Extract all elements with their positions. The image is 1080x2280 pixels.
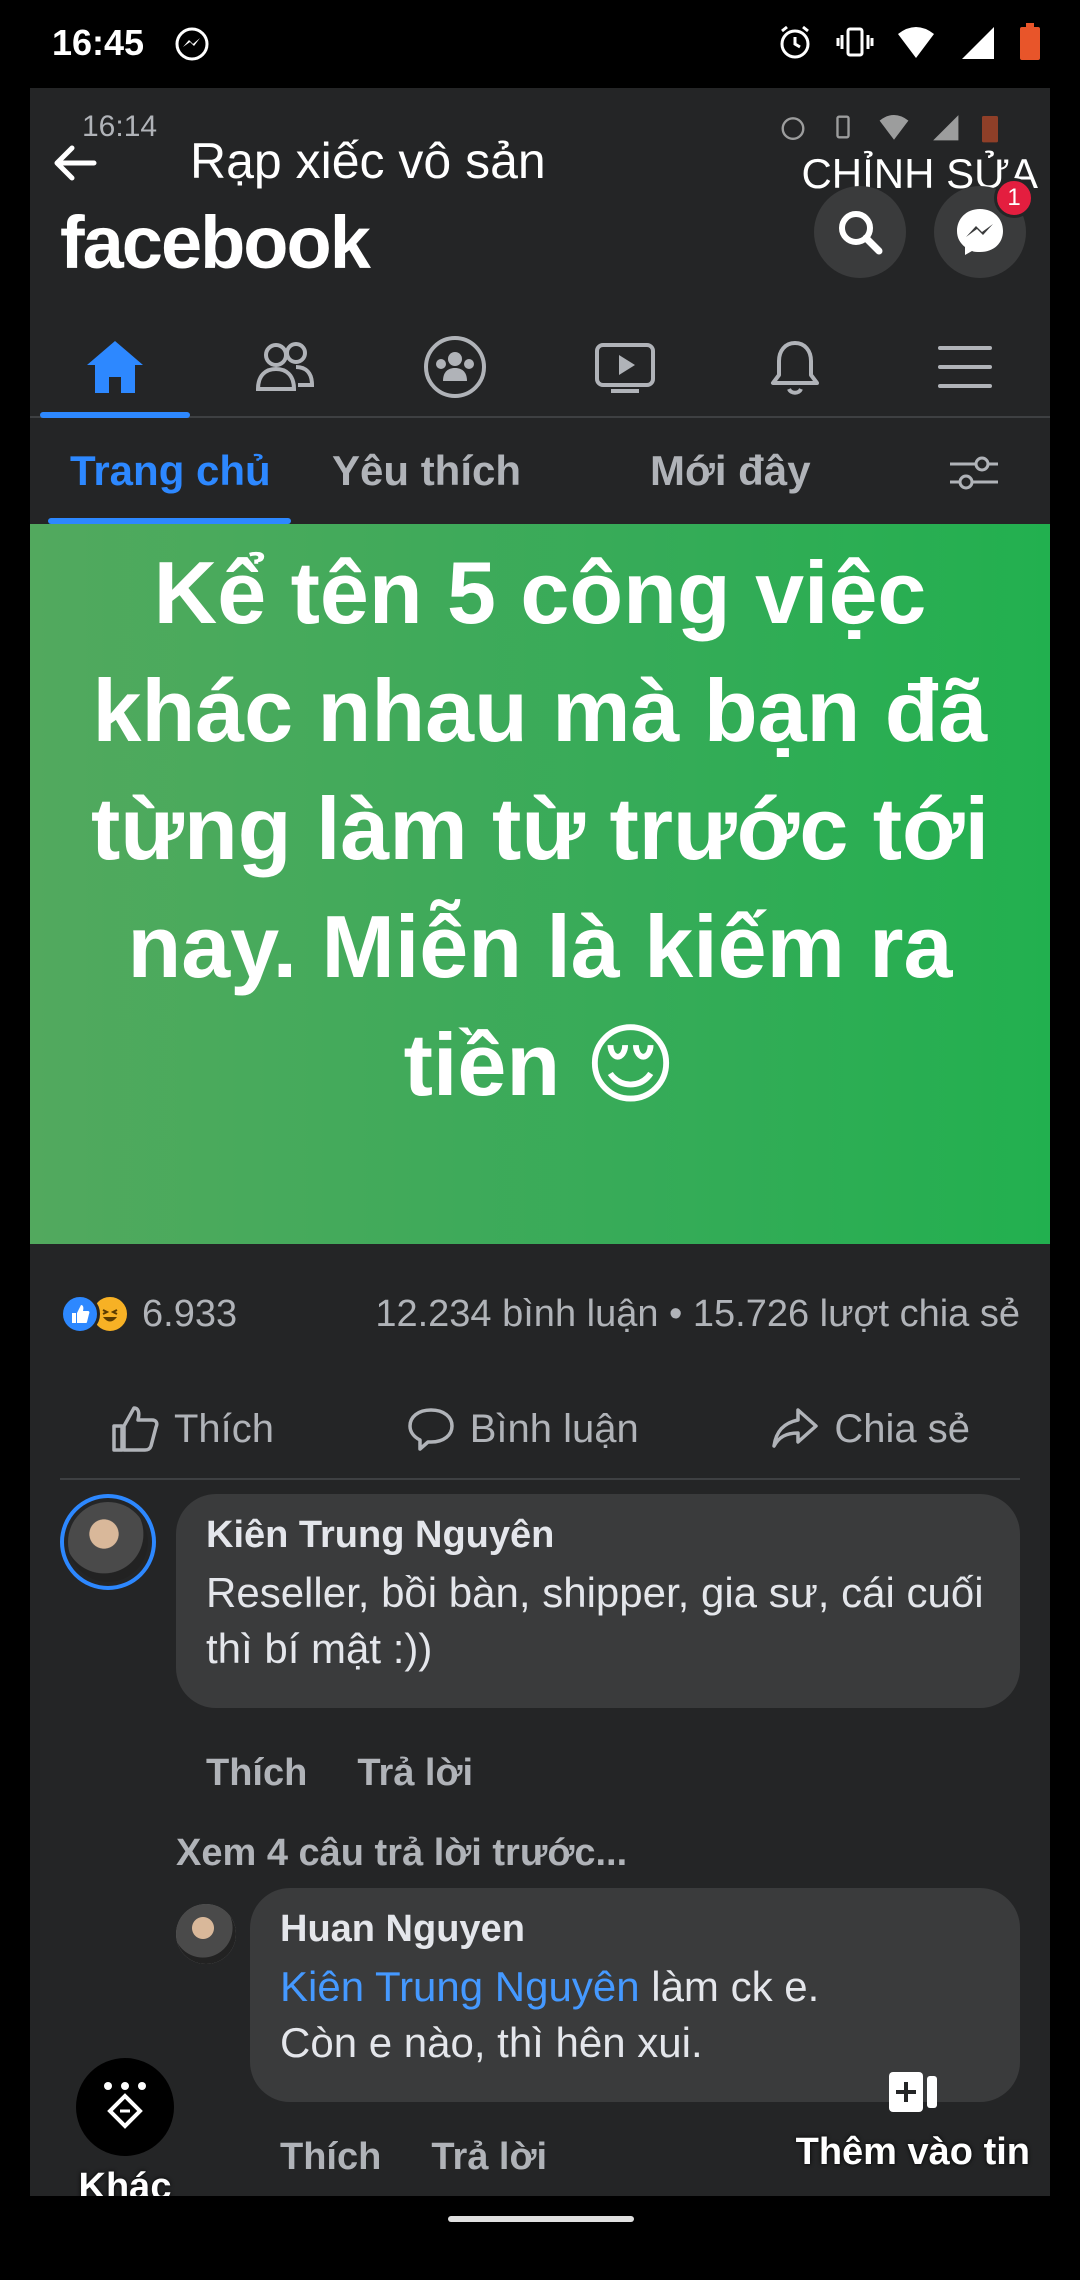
tab-menu[interactable] <box>880 318 1050 416</box>
more-tools-button[interactable]: Khác <box>60 2058 190 2196</box>
add-to-story-label: Thêm vào tin <box>795 2131 1030 2173</box>
post-banner[interactable]: Kể tên 5 công việc khác nhau mà bạn đã t… <box>30 524 1050 1244</box>
more-tools-icon <box>76 2058 174 2156</box>
reply-text: Kiên Trung Nguyên làm ck e. Còn e nào, th… <box>280 1959 990 2071</box>
avatar[interactable] <box>176 1904 236 1964</box>
notifications-icon <box>771 341 819 395</box>
story-title[interactable]: Rạp xiếc vô sản <box>190 132 546 190</box>
comment-text: Reseller, bồi bàn, shipper, gia sư, cái … <box>206 1569 984 1672</box>
thumbs-up-icon <box>112 1406 159 1452</box>
tab-watch[interactable] <box>540 318 710 416</box>
messenger-button[interactable]: 1 <box>934 178 1034 278</box>
status-time: 16:45 <box>52 22 145 63</box>
home-indicator[interactable] <box>448 2216 634 2222</box>
tab-groups[interactable] <box>370 318 540 416</box>
reaction-summary[interactable]: 6.933 <box>60 1293 237 1336</box>
inner-status-icons <box>778 112 1000 144</box>
reaction-count: 6.933 <box>142 1292 238 1335</box>
comment-share-count[interactable]: 12.234 bình luận • 15.726 lượt chia sẻ <box>375 1293 1020 1336</box>
post-banner-text: Kể tên 5 công việc khác nhau mà bạn đã t… <box>90 543 990 1114</box>
subtab-home[interactable]: Trang chủ <box>48 418 291 524</box>
messenger-notification-icon <box>174 26 210 67</box>
home-icon <box>87 341 143 393</box>
back-arrow-icon[interactable] <box>50 138 100 193</box>
groups-icon <box>424 336 486 398</box>
friends-icon <box>255 342 315 391</box>
add-to-story-icon <box>883 2072 943 2120</box>
subtab-recent[interactable]: Mới đây <box>650 418 811 524</box>
comment-actions: Thích Trả lời <box>206 1752 473 1795</box>
comment-like-button[interactable]: Thích <box>206 1752 307 1795</box>
share-icon <box>772 1408 819 1448</box>
search-button[interactable] <box>814 186 906 278</box>
messenger-icon <box>957 209 1003 255</box>
comment-reply-button[interactable]: Trả lời <box>357 1752 473 1795</box>
subtab-favorites[interactable]: Yêu thích <box>332 418 521 524</box>
view-previous-replies[interactable]: Xem 4 câu trả lời trước... <box>176 1832 627 1875</box>
comment-label: Bình luận <box>469 1406 639 1451</box>
feed-filter-tabs: Trang chủ Yêu thích Mới đây <box>30 418 1050 524</box>
add-to-story-button[interactable]: Thêm vào tin <box>796 2068 1030 2174</box>
wifi-icon <box>896 24 936 65</box>
reply-text-rest: làm ck e. <box>639 1963 820 2010</box>
status-bar: 16:45 <box>0 0 1080 88</box>
like-label: Thích <box>174 1406 275 1451</box>
share-button[interactable]: Chia sẻ <box>720 1404 1020 1454</box>
tab-home[interactable] <box>30 318 200 418</box>
comment-button[interactable]: Bình luận <box>356 1404 689 1454</box>
tab-friends[interactable] <box>200 318 370 416</box>
screenshot-frame: 16:14 Rạp xiếc vô sản CHỈNH SỬA facebook… <box>30 88 1050 2196</box>
filter-settings-icon[interactable] <box>948 456 1000 495</box>
vibrate-icon <box>836 23 874 66</box>
battery-icon <box>1018 22 1042 67</box>
reply-text-line2: Còn e nào, thì hên xui. <box>280 2019 703 2066</box>
signal-icon <box>958 23 996 66</box>
reply-mention[interactable]: Kiên Trung Nguyên <box>280 1963 640 2010</box>
share-label: Chia sẻ <box>834 1406 970 1451</box>
reply-like-button[interactable]: Thích <box>280 2136 381 2179</box>
like-reaction-icon <box>60 1294 100 1334</box>
facebook-logo: facebook <box>60 201 371 284</box>
alarm-icon <box>776 23 814 66</box>
more-tools-label: Khác <box>78 2166 172 2196</box>
like-button[interactable]: Thích <box>60 1404 324 1454</box>
comment-author[interactable]: Kiên Trung Nguyên <box>206 1514 990 1557</box>
post-stats: 6.933 12.234 bình luận • 15.726 lượt chi… <box>30 1274 1050 1354</box>
story-editor-header: 16:14 Rạp xiếc vô sản CHỈNH SỬA facebook… <box>30 88 1050 418</box>
menu-icon <box>938 346 992 388</box>
main-nav <box>30 318 1050 418</box>
post-actions: Thích Bình luận Chia sẻ <box>60 1380 1020 1480</box>
reply-reply-button[interactable]: Trả lời <box>431 2136 547 2179</box>
search-icon <box>839 211 883 255</box>
watch-icon <box>595 343 655 393</box>
avatar[interactable] <box>60 1494 156 1590</box>
messenger-badge: 1 <box>994 178 1034 218</box>
tab-notifications[interactable] <box>710 318 880 416</box>
comment-icon <box>407 1408 454 1451</box>
reply-author[interactable]: Huan Nguyen <box>280 1908 990 1951</box>
comment-bubble[interactable]: Kiên Trung Nguyên Reseller, bồi bàn, shi… <box>176 1494 1020 1708</box>
reply-actions: Thích Trả lời <box>280 2136 547 2179</box>
